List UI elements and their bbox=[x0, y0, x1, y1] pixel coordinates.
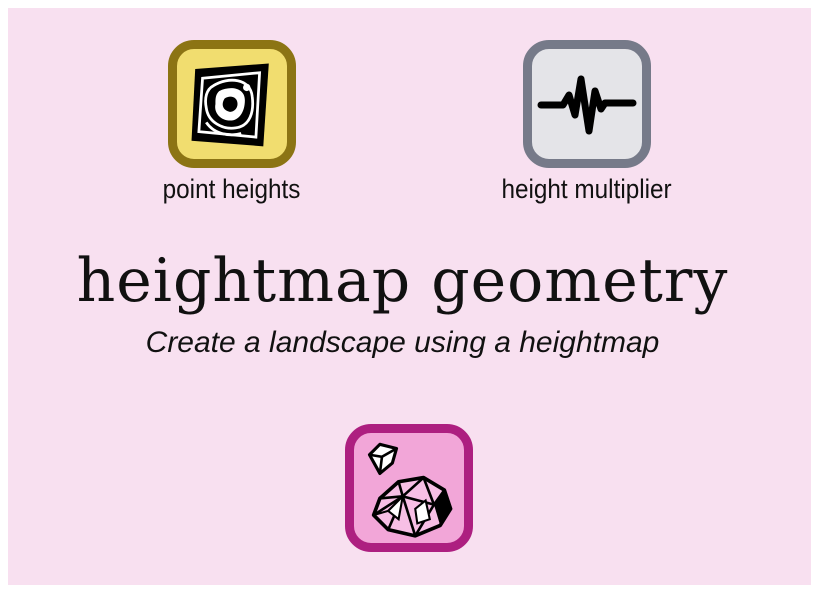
contour-map-icon bbox=[191, 63, 269, 147]
page-subtitle: Create a landscape using a heightmap bbox=[145, 326, 660, 359]
input-point-heights[interactable]: point heights bbox=[102, 40, 362, 205]
page-title: heightmap geometry bbox=[76, 246, 729, 316]
input-height-multiplier[interactable]: height multiplier bbox=[457, 40, 717, 205]
geometry-tile[interactable] bbox=[345, 424, 473, 552]
gem-icon bbox=[367, 442, 453, 538]
point-heights-tile[interactable] bbox=[168, 40, 296, 168]
output-geometry[interactable] bbox=[345, 424, 473, 552]
height-multiplier-label: height multiplier bbox=[501, 174, 673, 204]
node-canvas: point heights height multiplier heightma… bbox=[8, 8, 811, 585]
point-heights-label: point heights bbox=[163, 174, 301, 204]
height-multiplier-tile[interactable] bbox=[523, 40, 651, 168]
waveform-icon bbox=[537, 75, 637, 135]
